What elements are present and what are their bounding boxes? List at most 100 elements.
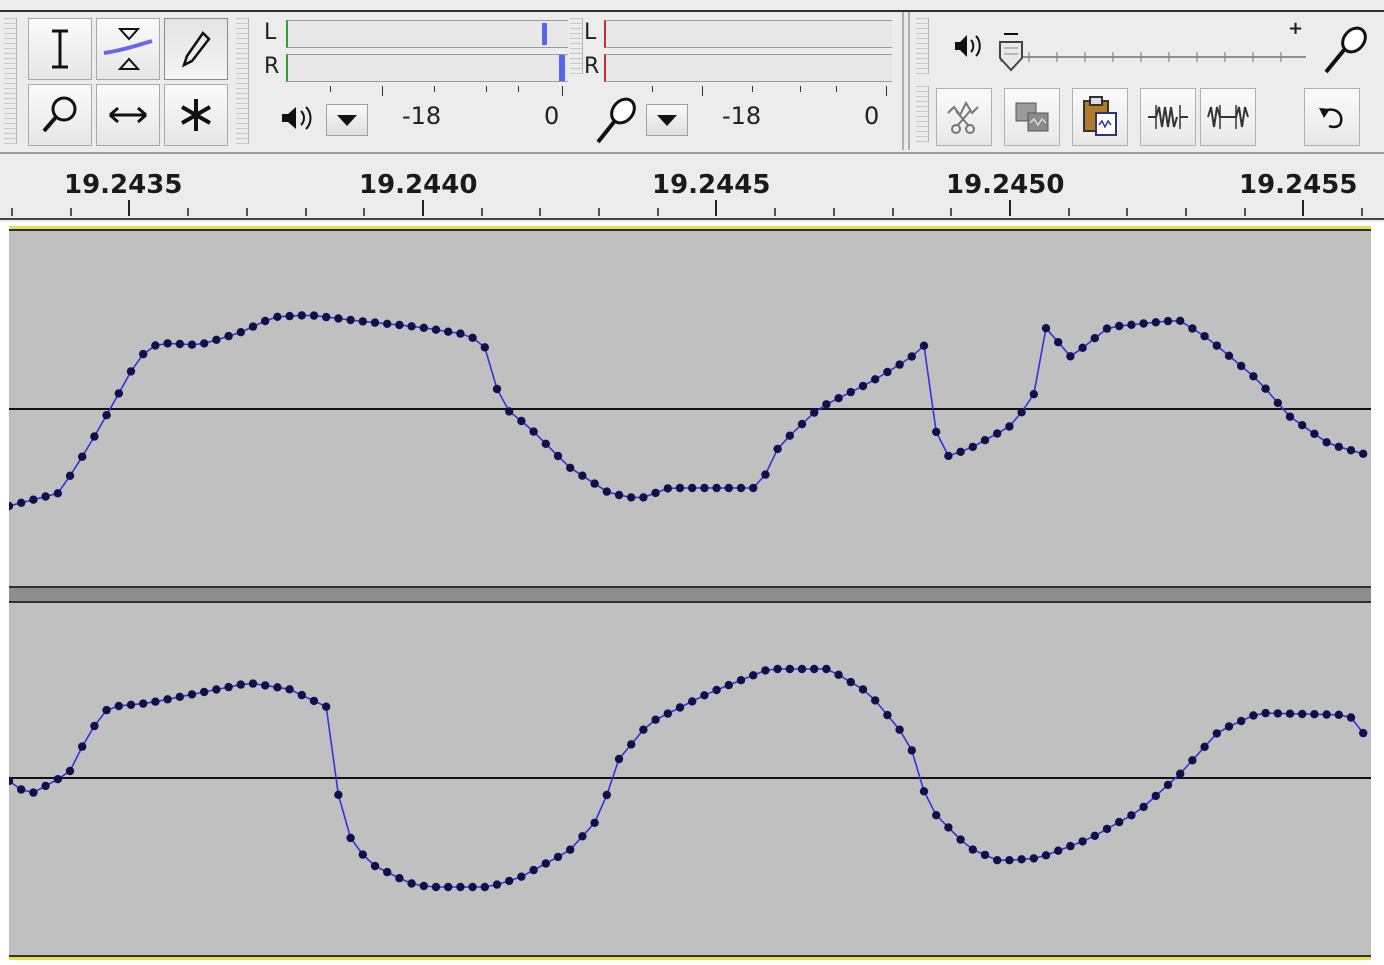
sample-point[interactable] bbox=[236, 680, 245, 689]
sample-point[interactable] bbox=[334, 314, 343, 323]
cut-button[interactable] bbox=[936, 88, 992, 146]
sample-point[interactable] bbox=[1102, 824, 1112, 834]
sample-point[interactable] bbox=[17, 785, 26, 794]
sample-point[interactable] bbox=[395, 874, 404, 883]
sample-point[interactable] bbox=[322, 312, 331, 322]
sample-point[interactable] bbox=[1078, 343, 1087, 352]
sample-point[interactable] bbox=[785, 431, 794, 440]
sample-point[interactable] bbox=[383, 867, 392, 877]
sample-point[interactable] bbox=[822, 400, 831, 409]
sample-point[interactable] bbox=[236, 328, 245, 337]
tools-toolbar-grip[interactable] bbox=[4, 18, 17, 144]
sample-point[interactable] bbox=[578, 471, 587, 480]
sample-point[interactable] bbox=[1163, 780, 1173, 790]
sample-point[interactable] bbox=[65, 766, 75, 776]
selection-tool-button[interactable] bbox=[28, 18, 92, 80]
sample-point[interactable] bbox=[968, 845, 977, 854]
sample-point[interactable] bbox=[602, 487, 611, 496]
sample-point[interactable] bbox=[309, 311, 319, 320]
sample-point[interactable] bbox=[773, 444, 782, 454]
sample-point[interactable] bbox=[212, 335, 221, 344]
sample-point[interactable] bbox=[419, 323, 428, 332]
sample-point[interactable] bbox=[358, 317, 367, 326]
sample-point[interactable] bbox=[1029, 854, 1038, 863]
multi-tool-button[interactable] bbox=[164, 84, 228, 146]
sample-point[interactable] bbox=[1151, 791, 1161, 801]
sample-point[interactable] bbox=[712, 685, 721, 695]
sample-point[interactable] bbox=[407, 322, 416, 331]
sample-point[interactable] bbox=[200, 339, 209, 348]
sample-point[interactable] bbox=[1090, 334, 1100, 343]
sample-point[interactable] bbox=[639, 493, 648, 502]
sample-point[interactable] bbox=[724, 680, 733, 690]
sample-point[interactable] bbox=[846, 387, 855, 397]
sample-point[interactable] bbox=[187, 340, 197, 349]
sample-point[interactable] bbox=[187, 690, 197, 699]
sample-point[interactable] bbox=[1249, 372, 1258, 381]
sample-point[interactable] bbox=[907, 746, 916, 755]
sample-point[interactable] bbox=[1322, 438, 1331, 447]
sample-point[interactable] bbox=[1017, 855, 1026, 864]
sample-point[interactable] bbox=[468, 882, 477, 892]
sample-point[interactable] bbox=[871, 696, 880, 705]
playback-meter-menu-button[interactable] bbox=[326, 104, 368, 136]
record-meter-right[interactable] bbox=[604, 54, 892, 82]
audio-channel-left[interactable] bbox=[9, 231, 1371, 586]
sample-point[interactable] bbox=[1359, 728, 1368, 738]
sample-point[interactable] bbox=[944, 823, 953, 832]
sample-point[interactable] bbox=[553, 451, 563, 461]
sample-point[interactable] bbox=[1285, 412, 1295, 421]
sample-point[interactable] bbox=[1054, 338, 1063, 347]
sample-point[interactable] bbox=[663, 484, 672, 493]
sample-point[interactable] bbox=[749, 483, 758, 493]
sample-point[interactable] bbox=[1334, 442, 1344, 451]
sample-point[interactable] bbox=[370, 318, 380, 327]
sample-point[interactable] bbox=[639, 725, 648, 734]
sample-point[interactable] bbox=[102, 705, 111, 715]
sample-point[interactable] bbox=[919, 787, 929, 796]
sample-point[interactable] bbox=[651, 488, 660, 498]
sample-point[interactable] bbox=[980, 436, 990, 445]
sample-point[interactable] bbox=[1237, 361, 1246, 371]
sample-point[interactable] bbox=[529, 427, 538, 436]
sample-point[interactable] bbox=[602, 790, 611, 800]
sample-point[interactable] bbox=[541, 439, 550, 448]
sample-point[interactable] bbox=[1127, 811, 1136, 820]
record-meter-menu-button[interactable] bbox=[646, 104, 688, 136]
sample-point[interactable] bbox=[456, 882, 465, 892]
audio-channel-right[interactable] bbox=[9, 603, 1371, 955]
sample-point[interactable] bbox=[90, 432, 99, 441]
sample-point[interactable] bbox=[114, 389, 124, 398]
sample-point[interactable] bbox=[627, 740, 636, 749]
sample-point[interactable] bbox=[810, 664, 819, 674]
sample-point[interactable] bbox=[456, 329, 465, 338]
sample-point[interactable] bbox=[993, 429, 1002, 438]
sample-point[interactable] bbox=[41, 781, 50, 791]
sample-point[interactable] bbox=[151, 697, 160, 706]
sample-point[interactable] bbox=[1151, 318, 1161, 327]
sample-point[interactable] bbox=[41, 492, 50, 501]
sample-point[interactable] bbox=[1359, 449, 1368, 458]
sample-point[interactable] bbox=[212, 685, 221, 694]
output-volume-slider[interactable] bbox=[1000, 52, 1306, 62]
record-meter-grip[interactable] bbox=[570, 18, 583, 74]
sample-point[interactable] bbox=[895, 725, 904, 734]
sample-point[interactable] bbox=[956, 835, 965, 844]
sample-point[interactable] bbox=[590, 818, 599, 827]
sample-point[interactable] bbox=[1285, 709, 1295, 718]
sample-point[interactable] bbox=[1188, 756, 1197, 765]
sample-point[interactable] bbox=[749, 671, 758, 680]
sample-point[interactable] bbox=[346, 833, 355, 843]
sample-point[interactable] bbox=[541, 859, 550, 868]
sample-point[interactable] bbox=[1261, 708, 1270, 718]
sample-point[interactable] bbox=[163, 695, 172, 704]
sample-point[interactable] bbox=[834, 394, 843, 403]
sample-point[interactable] bbox=[907, 352, 916, 361]
sample-point[interactable] bbox=[871, 375, 880, 384]
sample-point[interactable] bbox=[1273, 398, 1283, 408]
sample-point[interactable] bbox=[1163, 316, 1173, 326]
sample-point[interactable] bbox=[1078, 837, 1087, 846]
sample-point[interactable] bbox=[1346, 713, 1356, 722]
sample-point[interactable] bbox=[334, 790, 343, 799]
sample-point[interactable] bbox=[114, 701, 124, 711]
